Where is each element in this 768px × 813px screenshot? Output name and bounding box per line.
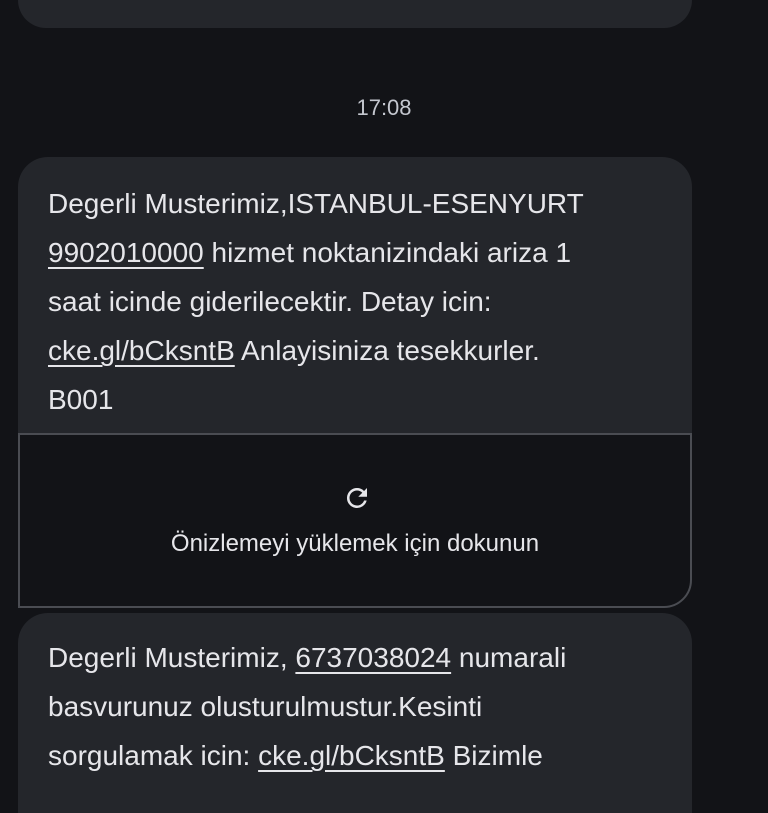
message-text-segment: numarali	[451, 642, 567, 673]
message-line: cke.gl/bCksntB Anlayisiniza tesekkurler.	[48, 326, 662, 375]
message-line: 9902010000 hizmet noktanizindaki ariza 1	[48, 228, 662, 277]
message-text-segment: hizmet noktanizindaki ariza 1	[203, 237, 572, 268]
message-line: saat icinde giderilecektir. Detay icin:	[48, 286, 492, 317]
message-text: Degerli Musterimiz, 6737038024 numarali …	[48, 633, 662, 780]
message-bubble-outage[interactable]: Degerli Musterimiz,ISTANBUL-ESENYURT 990…	[18, 157, 692, 434]
link-preview-card[interactable]: Önizlemeyi yüklemek için dokunun	[18, 433, 692, 608]
message-text: Degerli Musterimiz,ISTANBUL-ESENYURT 990…	[48, 179, 662, 424]
message-timestamp: 17:08	[356, 95, 412, 120]
message-line: Degerli Musterimiz, 6737038024 numarali	[48, 633, 662, 682]
message-line: basvurunuz olusturulmustur.Kesinti	[48, 691, 483, 722]
url-link[interactable]: cke.gl/bCksntB	[258, 740, 445, 771]
url-link[interactable]: cke.gl/bCksntB	[48, 335, 235, 366]
phone-number-link[interactable]: 6737038024	[295, 642, 451, 673]
phone-number-link[interactable]: 9902010000	[48, 237, 204, 268]
message-text-segment: Bizimle	[444, 740, 543, 771]
previous-message-bubble[interactable]	[18, 0, 692, 28]
refresh-icon[interactable]	[342, 483, 372, 513]
message-line: sorgulamak icin: cke.gl/bCksntB Bizimle	[48, 731, 662, 780]
message-bubble-application[interactable]: Degerli Musterimiz, 6737038024 numarali …	[18, 613, 692, 813]
message-text-segment: Anlayisiniza tesekkurler.	[234, 335, 540, 366]
message-text-segment: sorgulamak icin:	[48, 740, 259, 771]
message-text-segment: Degerli Musterimiz,	[48, 642, 296, 673]
message-line: Degerli Musterimiz,ISTANBUL-ESENYURT	[48, 188, 584, 219]
preview-load-label: Önizlemeyi yüklemek için dokunun	[170, 530, 540, 557]
message-line: B001	[48, 384, 114, 415]
